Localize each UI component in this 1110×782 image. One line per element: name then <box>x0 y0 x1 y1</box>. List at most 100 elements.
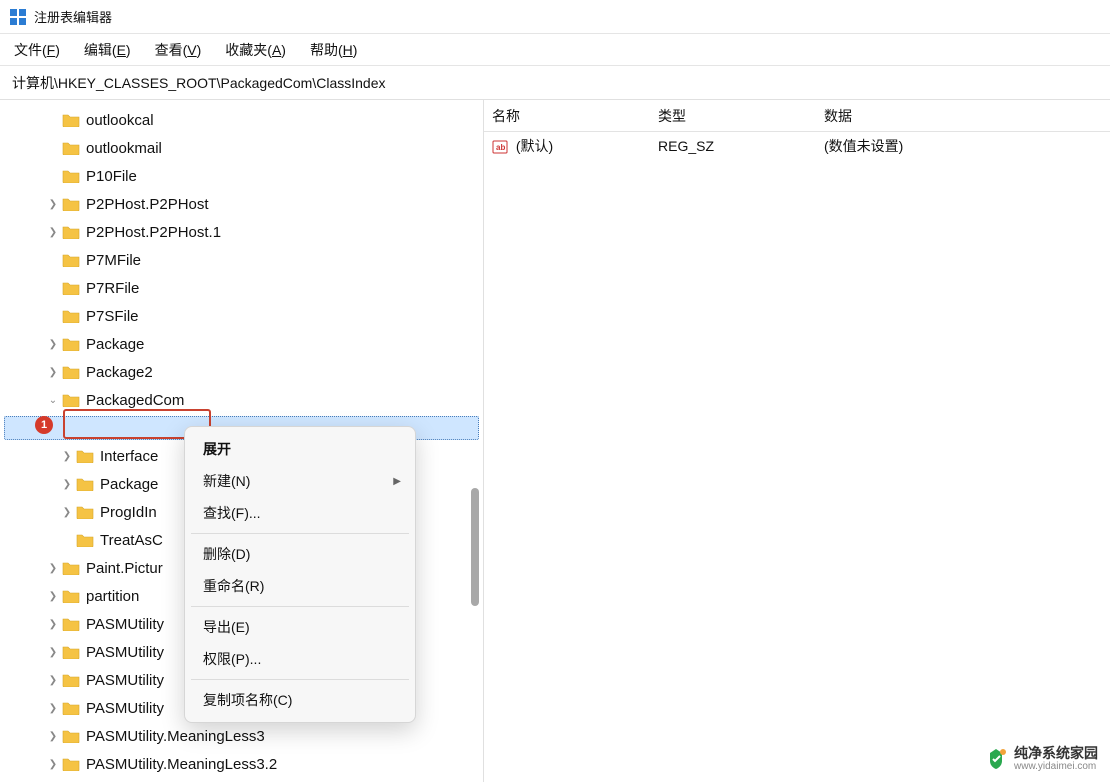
context-menu: 展开 新建(N)▶ 查找(F)... 删除(D) 重命名(R) 导出(E) 权限… <box>184 426 416 723</box>
folder-icon <box>62 561 80 575</box>
tree-item[interactable]: ❯Package2 <box>0 358 483 386</box>
chevron-right-icon[interactable]: ❯ <box>46 561 60 575</box>
values-header: 名称 类型 数据 <box>484 100 1110 132</box>
chevron-right-icon[interactable]: ❯ <box>60 449 74 463</box>
content-area: outlookcaloutlookmailP10File❯P2PHost.P2P… <box>0 100 1110 782</box>
chevron-right-icon[interactable]: ❯ <box>46 589 60 603</box>
submenu-arrow-icon: ▶ <box>393 476 401 487</box>
chevron-right-icon[interactable]: ❯ <box>46 365 60 379</box>
tree-item[interactable]: outlookcal <box>0 106 483 134</box>
tree-item-label: ProgIdIn <box>100 504 157 521</box>
menu-edit[interactable]: 编辑(E) <box>72 36 143 64</box>
tree-item-label: Package <box>86 336 144 353</box>
folder-icon <box>62 337 80 351</box>
tree-scrollbar-thumb[interactable] <box>471 488 479 606</box>
tree-item-label: PackagedCom <box>86 392 184 409</box>
tree-item[interactable]: ❯ PASMUtility.MeaningLess3.2 <box>0 750 483 778</box>
tree-item-label: PASMUtility <box>86 700 164 717</box>
folder-icon <box>62 729 80 743</box>
folder-icon <box>62 645 80 659</box>
folder-icon <box>62 169 80 183</box>
context-export[interactable]: 导出(E) <box>185 611 415 643</box>
folder-icon <box>62 393 80 407</box>
tree-item-label: TreatAsC <box>100 532 163 549</box>
path-text: 计算机\HKEY_CLASSES_ROOT\PackagedCom\ClassI… <box>12 73 385 93</box>
tree-item[interactable]: ❯P2PHost.P2PHost.1 <box>0 218 483 246</box>
menu-help[interactable]: 帮助(H) <box>298 36 369 64</box>
tree-item-label: outlookcal <box>86 112 154 129</box>
tree-item[interactable]: outlookmail <box>0 134 483 162</box>
column-data[interactable]: 数据 <box>816 106 1110 126</box>
context-new[interactable]: 新建(N)▶ <box>185 465 415 497</box>
folder-icon <box>62 757 80 771</box>
tree-item[interactable]: P7MFile <box>0 246 483 274</box>
tree-item-label: PASMUtility <box>86 644 164 661</box>
tree-item-label: P7SFile <box>86 308 139 325</box>
chevron-right-icon[interactable]: ❯ <box>46 729 60 743</box>
menu-file[interactable]: 文件(F) <box>2 36 72 64</box>
callout-1: 1 <box>35 416 53 434</box>
regedit-app-icon <box>10 9 26 25</box>
path-bar[interactable]: 计算机\HKEY_CLASSES_ROOT\PackagedCom\ClassI… <box>0 66 1110 100</box>
chevron-right-icon[interactable]: ❯ <box>46 337 60 351</box>
value-row[interactable]: ab (默认) REG_SZ (数值未设置) <box>484 132 1110 160</box>
folder-icon <box>62 617 80 631</box>
chevron-right-icon[interactable]: ❯ <box>60 477 74 491</box>
folder-icon <box>62 141 80 155</box>
tree-item-label: PASMUtility.MeaningLess3 <box>86 728 265 745</box>
chevron-right-icon[interactable]: ❯ <box>60 505 74 519</box>
watermark-text: 纯净系统家园 www.yidaimei.com <box>1014 746 1098 772</box>
context-permissions[interactable]: 权限(P)... <box>185 643 415 675</box>
watermark: 纯净系统家园 www.yidaimei.com <box>984 746 1098 772</box>
context-separator <box>191 606 409 607</box>
tree-item-label: PASMUtility <box>86 672 164 689</box>
context-expand[interactable]: 展开 <box>185 433 415 465</box>
tree-item[interactable]: ❯P2PHost.P2PHost <box>0 190 483 218</box>
tree-item[interactable]: ❯ PASMUtility.MeaningLess3 <box>0 722 483 750</box>
folder-icon <box>62 281 80 295</box>
folder-icon <box>62 197 80 211</box>
string-value-icon: ab <box>492 139 508 155</box>
chevron-right-icon[interactable]: ❯ <box>46 645 60 659</box>
context-find[interactable]: 查找(F)... <box>185 497 415 529</box>
tree-item[interactable]: ❯ Package <box>0 330 483 358</box>
tree-item-label: Package <box>100 476 158 493</box>
tree-item-label: outlookmail <box>86 140 162 157</box>
tree-item[interactable]: P10File <box>0 162 483 190</box>
chevron-down-icon[interactable]: ⌄ <box>46 393 60 407</box>
column-type[interactable]: 类型 <box>650 106 816 126</box>
menu-bar: 文件(F) 编辑(E) 查看(V) 收藏夹(A) 帮助(H) <box>0 34 1110 66</box>
folder-icon <box>76 533 94 547</box>
tree-item-label: Paint.Pictur <box>86 560 163 577</box>
context-copy-key-name[interactable]: 复制项名称(C) <box>185 684 415 716</box>
folder-icon <box>76 421 94 435</box>
value-type-cell: REG_SZ <box>650 138 816 154</box>
tree-item-label: PASMUtility <box>86 616 164 633</box>
values-panel: 名称 类型 数据 ab (默认) REG_SZ (数值未设置) <box>484 100 1110 782</box>
tree-item[interactable]: P7SFile <box>0 302 483 330</box>
chevron-right-icon[interactable]: ❯ <box>46 673 60 687</box>
chevron-right-icon[interactable]: ❯ <box>46 617 60 631</box>
folder-icon <box>76 449 94 463</box>
chevron-right-icon[interactable]: ❯ <box>46 757 60 771</box>
folder-icon <box>62 253 80 267</box>
folder-icon <box>62 365 80 379</box>
folder-icon <box>62 225 80 239</box>
tree-item-label: Interface <box>100 448 158 465</box>
context-delete[interactable]: 删除(D) <box>185 538 415 570</box>
folder-icon <box>62 589 80 603</box>
tree-item[interactable]: P7RFile <box>0 274 483 302</box>
tree-item-label: PASMUtility.MeaningLess3.2 <box>86 756 277 773</box>
tree-item-label: P7RFile <box>86 280 139 297</box>
context-rename[interactable]: 重命名(R) <box>185 570 415 602</box>
tree-item-label: ClassInd <box>100 420 158 437</box>
chevron-right-icon[interactable]: ❯ <box>60 421 74 435</box>
chevron-right-icon[interactable]: ❯ <box>46 197 60 211</box>
column-name[interactable]: 名称 <box>484 106 650 126</box>
chevron-right-icon[interactable]: ❯ <box>46 225 60 239</box>
menu-favorites[interactable]: 收藏夹(A) <box>213 36 298 64</box>
folder-icon <box>62 113 80 127</box>
chevron-right-icon[interactable]: ❯ <box>46 701 60 715</box>
menu-view[interactable]: 查看(V) <box>143 36 214 64</box>
tree-item[interactable]: ⌄ PackagedCom <box>0 386 483 414</box>
